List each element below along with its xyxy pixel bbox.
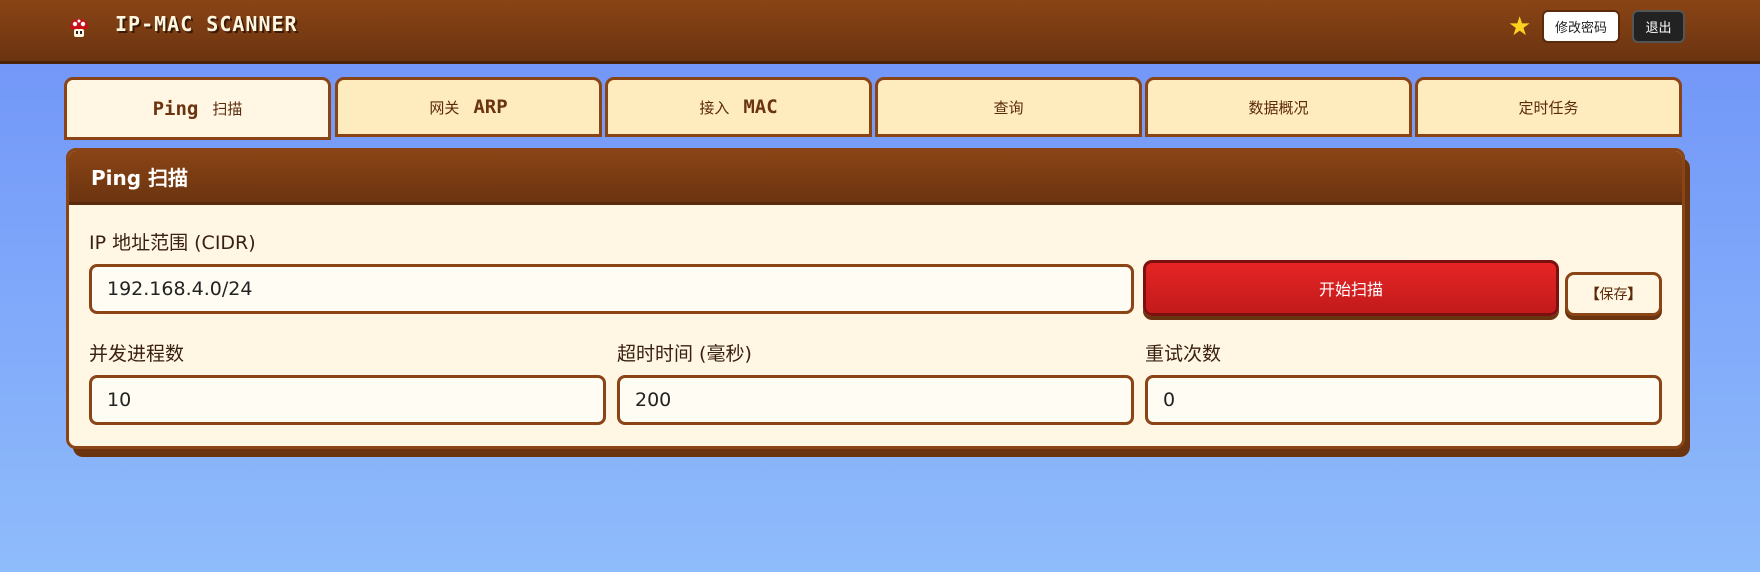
tab-access-mac[interactable]: 接入 MAC bbox=[605, 77, 872, 137]
mushroom-icon bbox=[70, 19, 88, 37]
tab-gateway-arp[interactable]: 网关 ARP bbox=[335, 77, 602, 137]
tab-label-sub: 扫描 bbox=[212, 100, 243, 118]
start-scan-button[interactable]: 开始扫描 bbox=[1143, 260, 1559, 316]
tab-label-main: MAC bbox=[743, 96, 778, 118]
tab-ping-scan[interactable]: Ping 扫描 bbox=[64, 77, 331, 140]
timeout-label: 超时时间 (毫秒) bbox=[617, 343, 752, 365]
tab-scheduled-tasks[interactable]: 定时任务 bbox=[1415, 77, 1682, 137]
logout-button[interactable]: 退出 bbox=[1632, 10, 1685, 43]
tab-label: 定时任务 bbox=[1518, 98, 1579, 117]
ip-range-label: IP 地址范围 (CIDR) bbox=[89, 232, 256, 254]
tab-label-main: Ping bbox=[152, 97, 199, 120]
app-title: IP-MAC SCANNER bbox=[115, 12, 298, 36]
change-password-button[interactable]: 修改密码 bbox=[1542, 10, 1620, 43]
tab-label-sub: 接入 bbox=[699, 98, 730, 117]
save-label: 保存 bbox=[1599, 287, 1628, 303]
tab-label: 查询 bbox=[993, 98, 1024, 117]
ip-range-input[interactable]: 192.168.4.0/24 bbox=[89, 264, 1134, 314]
retry-label: 重试次数 bbox=[1145, 343, 1222, 365]
bracket-left: 【 bbox=[1585, 287, 1600, 303]
concurrency-label: 并发进程数 bbox=[89, 343, 185, 365]
top-bar: IP-MAC SCANNER ★ 修改密码 退出 bbox=[0, 0, 1760, 64]
tab-query[interactable]: 查询 bbox=[875, 77, 1142, 137]
save-button[interactable]: 【保存】 bbox=[1565, 272, 1662, 316]
bracket-right: 】 bbox=[1627, 287, 1642, 303]
tab-label-sub: 网关 bbox=[429, 98, 460, 117]
tab-label: 数据概况 bbox=[1248, 98, 1309, 117]
timeout-input[interactable]: 200 bbox=[617, 375, 1134, 425]
tab-label-main: ARP bbox=[473, 96, 508, 118]
retry-input[interactable]: 0 bbox=[1145, 375, 1662, 425]
star-icon[interactable]: ★ bbox=[1508, 12, 1531, 42]
concurrency-input[interactable]: 10 bbox=[89, 375, 606, 425]
tab-bar: Ping 扫描 网关 ARP 接入 MAC 查询 数据概况 定时任务 bbox=[64, 77, 1685, 140]
tab-data-overview[interactable]: 数据概况 bbox=[1145, 77, 1412, 137]
panel-title: Ping 扫描 bbox=[69, 151, 1682, 205]
